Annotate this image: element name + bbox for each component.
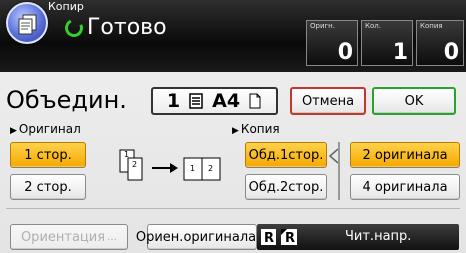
two-originals-button[interactable]: 2 оригинала [350,142,460,168]
diagram-src-page-2: 2 [132,160,138,169]
page-orientation-icon [249,93,261,109]
diagram-dst-page-1: 1 [190,164,196,173]
diagram-src-page-1: 1 [124,150,130,159]
status-indicator: Готово [62,15,167,40]
tray-number: 1 [166,90,181,112]
counter-label: Оригн. [310,22,335,30]
page-title: Объедин. [6,86,127,114]
svg-text:R: R [285,231,295,245]
header-bar: Копир Готово Оригн. 0 Кол. 1 Копия 0 [0,0,466,72]
paper-stack-icon [189,93,203,109]
copies-counter: Копия 0 [416,20,464,66]
combine-diagram: 1 2 1 2 [116,148,242,188]
four-originals-button[interactable]: 4 оригинала [350,174,460,200]
ready-ring-icon [62,15,86,40]
counter-label: Кол. [365,22,381,30]
counter-value: 1 [392,40,408,65]
copy-divider [338,142,340,200]
diagram-dst-page-2: 2 [208,164,214,173]
counter-label: Копия [420,22,443,30]
original-orientation-button[interactable]: Ориен.оригинала … [136,224,268,250]
combine-1-sided-button[interactable]: Обд.1стор. [245,142,327,168]
counter-value: 0 [337,40,353,65]
section-divider [6,208,460,209]
original-1-sided-button[interactable]: 1 стор. [10,142,86,168]
copy-section-label: Копия [232,122,280,136]
read-direction-label: Чит.напр. [345,229,412,244]
originals-counter: Оригн. 0 [306,20,358,66]
read-direction-display: R R Чит.напр. [257,224,459,250]
orientation-r-icons: R R [261,229,297,245]
original-2-sided-button[interactable]: 2 стор. [10,174,86,200]
orientation-label: Ориентация [20,229,106,245]
copier-app-icon[interactable] [6,2,48,44]
original-orientation-label: Ориен.оригинала [135,229,257,245]
orientation-button[interactable]: Ориентация … [10,224,128,250]
paper-size: A4 [212,90,241,112]
cancel-button[interactable]: Отмена [290,87,366,115]
status-text: Готово [87,15,167,40]
quantity-counter: Кол. 1 [361,20,413,66]
svg-text:R: R [264,231,274,245]
ok-button[interactable]: OK [372,87,456,115]
combine-2-sided-button[interactable]: Обд.2стор. [245,174,327,200]
app-name: Копир [48,0,84,13]
paper-tray-selector[interactable]: 1 A4 [151,87,278,115]
copier-screen: Копир Готово Оригн. 0 Кол. 1 Копия 0 Объ… [0,0,466,253]
original-section-label: Оригинал [10,122,81,136]
more-ellipsis-icon: … [107,231,118,243]
counter-value: 0 [443,40,459,65]
copy-pages-icon [18,14,37,35]
